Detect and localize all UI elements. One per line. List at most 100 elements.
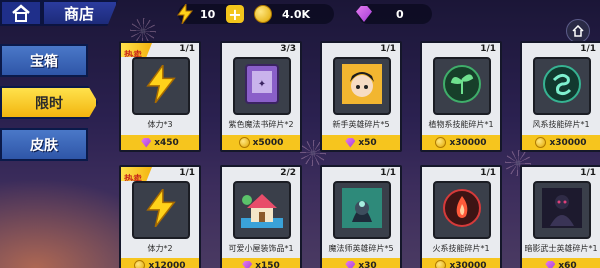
stock-count: 1/1 <box>380 44 396 54</box>
wind-icon <box>542 64 582 108</box>
gold-coin-icon <box>254 5 272 23</box>
book-icon: ✦ <box>242 63 282 109</box>
shop-item-card[interactable]: 1/1 火系技能碎片*1 x30000 <box>420 165 502 268</box>
item-name: 火系技能碎片*1 <box>432 244 490 253</box>
home-icon <box>12 4 30 22</box>
house-icon <box>572 25 584 37</box>
page-title: 商店 <box>64 4 95 23</box>
gold-value: 4.0K <box>282 7 311 21</box>
sprout-icon <box>442 64 482 108</box>
top-bar: 商店 10 + 4.0K 0 <box>0 0 600 28</box>
item-name: 体力*3 <box>147 120 173 129</box>
stock-count: 1/1 <box>480 44 496 54</box>
shop-item-card[interactable]: 1/1 风系技能碎片*1 x30000 <box>520 41 600 152</box>
hot-sale-badge: 热卖 <box>121 43 153 57</box>
item-price: x150 <box>255 260 280 268</box>
item-price: x5000 <box>252 137 284 148</box>
buy-button[interactable]: x5000 <box>222 135 300 150</box>
item-price: x30000 <box>449 260 487 268</box>
item-icon-frame <box>132 57 190 115</box>
shop-item-card[interactable]: 1/1 新手英雄碎片*5 x50 <box>320 41 402 152</box>
tab-skins[interactable]: 皮肤 <box>0 128 88 161</box>
lightning-icon <box>177 4 194 24</box>
item-icon-frame <box>333 57 391 115</box>
item-price: x30000 <box>449 137 487 148</box>
item-icon-frame: ✦ <box>233 57 291 115</box>
gem-icon <box>356 6 372 22</box>
shop-item-card[interactable]: 1/1 魔法师英雄碎片*5 x30 <box>320 165 402 268</box>
buy-button[interactable]: x30000 <box>422 135 500 150</box>
energy-value: 10 <box>200 7 216 21</box>
gold-coin-icon <box>435 260 447 268</box>
buy-button[interactable]: x30 <box>322 258 400 268</box>
shop-item-card[interactable]: 热卖 1/1 体力*3 x450 <box>119 41 201 152</box>
item-price: x60 <box>558 260 577 268</box>
item-name: 植物系技能碎片*1 <box>428 120 494 129</box>
energy-counter: 10 + <box>177 4 244 24</box>
item-name: 可爱小屋装饰品*1 <box>228 244 294 253</box>
item-icon-frame <box>533 181 591 239</box>
shop-item-card[interactable]: 1/1 暗影武士英雄碎片*1 x60 <box>520 165 600 268</box>
item-icon-frame <box>433 57 491 115</box>
item-name: 体力*2 <box>147 244 173 253</box>
item-price: x30000 <box>549 137 587 148</box>
tab-limited[interactable]: 限时 <box>0 86 98 119</box>
item-name: 新手英雄碎片*5 <box>332 120 390 129</box>
home-button[interactable] <box>0 0 42 26</box>
hot-sale-badge: 热卖 <box>121 167 153 181</box>
lightning-icon <box>144 186 178 231</box>
shop-item-card[interactable]: 3/3 ✦ 紫色魔法书碎片*2 x5000 <box>220 41 302 152</box>
gem-counter: 0 <box>356 4 432 24</box>
gem-value: 0 <box>396 7 404 21</box>
item-icon-frame <box>533 57 591 115</box>
gem-icon <box>345 260 356 268</box>
tab-limited-label: 限时 <box>35 95 63 112</box>
gold-coin-icon <box>435 137 447 148</box>
stock-count: 1/1 <box>380 168 396 178</box>
shop-item-card[interactable]: 1/1 植物系技能碎片*1 x30000 <box>420 41 502 152</box>
shadow-hero-icon <box>542 188 582 232</box>
shop-item-card[interactable]: 热卖 1/1 体力*2 x12000 <box>119 165 201 268</box>
item-name: 紫色魔法书碎片*2 <box>228 120 294 129</box>
hero-portrait-icon <box>342 64 382 108</box>
gold-coin-icon <box>238 137 250 148</box>
mage-portrait-icon <box>342 188 382 232</box>
item-name: 风系技能碎片*1 <box>532 120 590 129</box>
item-price: x30 <box>358 260 377 268</box>
buy-button[interactable]: x150 <box>222 258 300 268</box>
gold-coin-icon <box>535 137 547 148</box>
item-name: 魔法师英雄碎片*5 <box>328 244 394 253</box>
stock-count: 2/2 <box>280 168 296 178</box>
buy-button[interactable]: x60 <box>522 258 600 268</box>
gem-icon <box>242 260 253 268</box>
gem-icon <box>141 137 152 148</box>
item-icon-frame <box>433 181 491 239</box>
item-price: x12000 <box>148 260 186 268</box>
buy-button[interactable]: x30000 <box>522 135 600 150</box>
stock-count: 1/1 <box>580 168 596 178</box>
fire-icon <box>442 188 482 232</box>
gem-icon <box>545 260 556 268</box>
buy-button[interactable]: x450 <box>121 135 199 150</box>
item-icon-frame <box>333 181 391 239</box>
gold-counter: 4.0K <box>254 4 334 24</box>
shop-item-card[interactable]: 2/2 可爱小屋装饰品*1 x150 <box>220 165 302 268</box>
tab-skins-label: 皮肤 <box>30 137 58 154</box>
buy-button[interactable]: x30000 <box>422 258 500 268</box>
gold-coin-icon <box>134 260 146 268</box>
item-name: 暗影武士英雄碎片*1 <box>524 244 598 253</box>
buy-button[interactable]: x12000 <box>121 258 199 268</box>
base-button[interactable] <box>566 19 590 43</box>
tab-chests[interactable]: 宝箱 <box>0 44 88 77</box>
svg-text:✦: ✦ <box>258 79 266 90</box>
stock-count: 1/1 <box>580 44 596 54</box>
item-icon-frame <box>132 181 190 239</box>
stock-count: 1/1 <box>480 168 496 178</box>
buy-button[interactable]: x50 <box>322 135 400 150</box>
add-energy-button[interactable]: + <box>226 5 244 24</box>
item-icon-frame <box>233 181 291 239</box>
stock-count: 1/1 <box>179 44 195 54</box>
item-price: x50 <box>358 137 377 148</box>
tab-chests-label: 宝箱 <box>30 53 58 70</box>
page-title-bar: 商店 <box>42 0 118 26</box>
